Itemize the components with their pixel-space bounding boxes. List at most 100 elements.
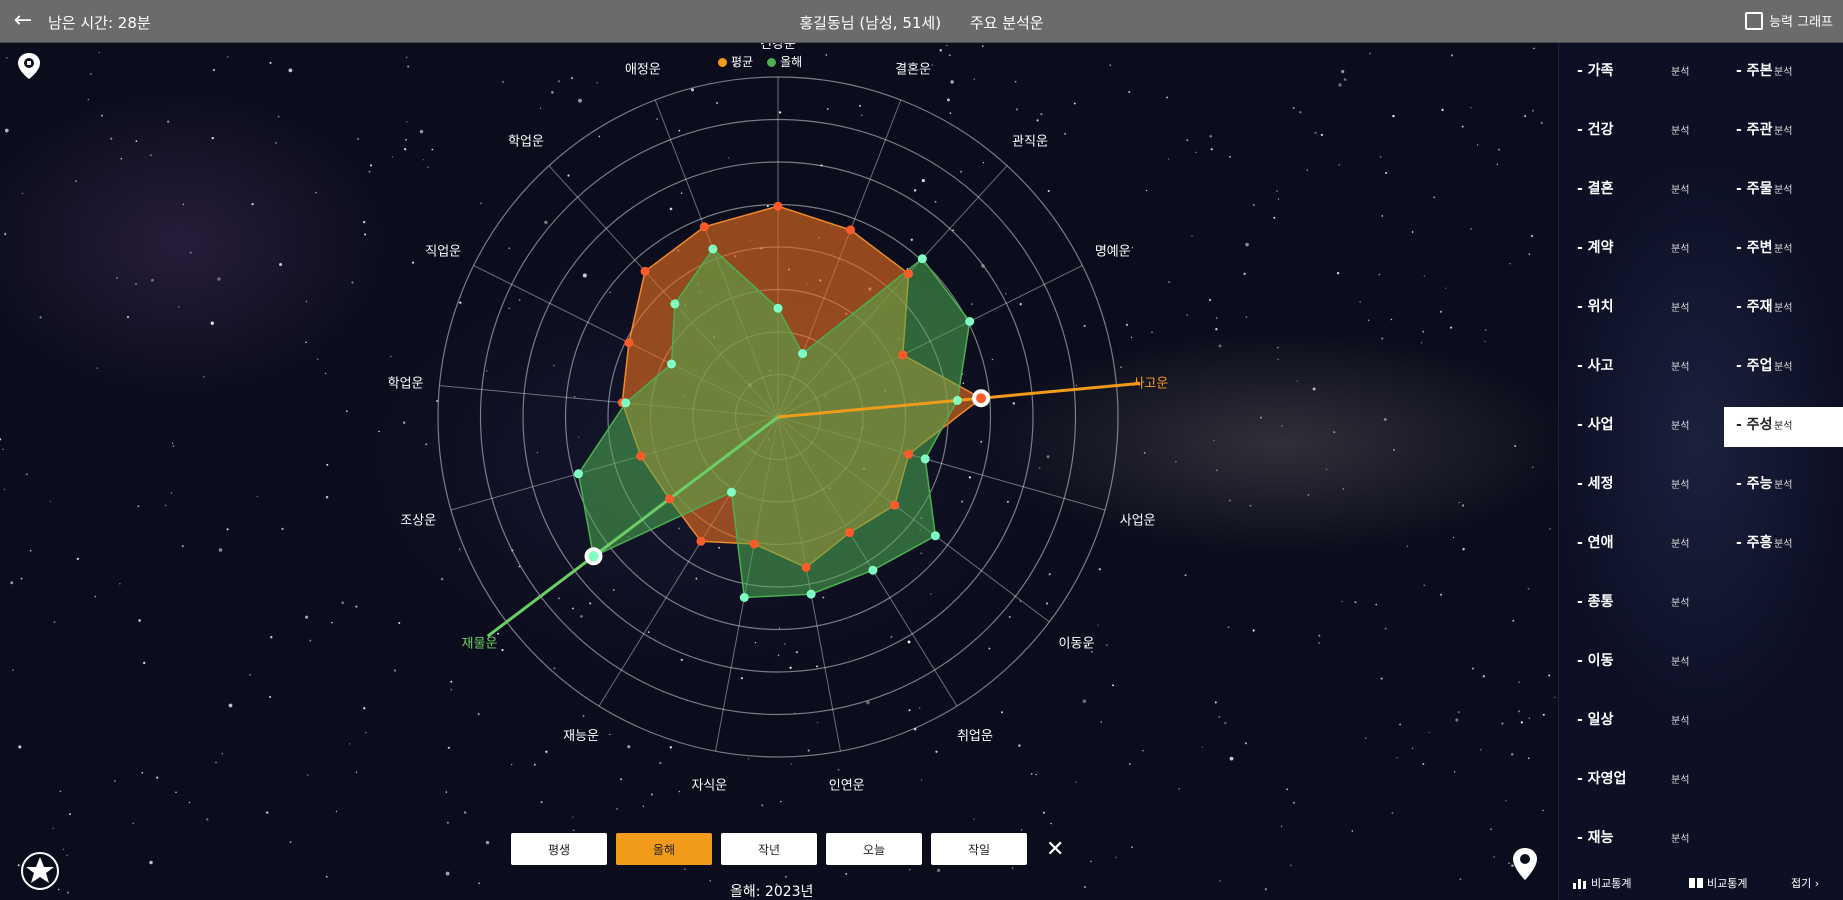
sidebar-item-label[interactable]: - 연애 — [1577, 532, 1613, 552]
sidebar-item-right[interactable]: - 주관 분석 — [1724, 112, 1843, 152]
sidebar-item-label[interactable]: - 위치 — [1577, 296, 1613, 316]
radar-point — [749, 539, 759, 549]
analysis-tag[interactable]: 분석 — [1671, 358, 1689, 373]
legend-item-average: 평균 — [718, 53, 753, 70]
sidebar-row: - 계약 분석 - 주변 분석 — [1559, 220, 1843, 279]
category-label: 취업운 — [957, 729, 993, 744]
sidebar-item-right[interactable]: - 주업 분석 — [1724, 348, 1843, 388]
analysis-tag[interactable]: 분석 — [1671, 299, 1689, 314]
radar-chart: 건강운결혼운관직운명예운사고운사업운이동운취업운인연운 자식운 재능운 재물운 조상운 학… — [388, 43, 1169, 794]
sidebar-item-label[interactable]: - 사고 — [1577, 355, 1613, 375]
sidebar-item-label[interactable]: - 자영업 — [1577, 768, 1626, 788]
chart-stage: 건강운 결혼운 관직운 명예운 사고운 사업운 이동운 취업운 인연운 자식운 재능운 재물운 조상운 학… — [0, 43, 1558, 900]
analysis-tag[interactable]: 분석 — [1671, 417, 1689, 432]
period-button-lifetime[interactable]: 평생 — [511, 833, 607, 865]
sidebar-item-right[interactable]: - 주흥 분석 — [1724, 525, 1843, 565]
sidebar-row: - 재능 분석 — [1559, 810, 1843, 869]
analysis-tag[interactable]: 분석 — [1671, 63, 1689, 78]
category-label: 재물운 — [462, 636, 498, 651]
location-pin-icon[interactable] — [1508, 847, 1542, 881]
category-label: 재능운 — [563, 729, 599, 744]
sidebar-item-right[interactable]: - 주능 분석 — [1724, 466, 1843, 506]
sidebar-item-label[interactable]: - 재능 — [1577, 827, 1613, 847]
radar-point — [801, 562, 811, 572]
sidebar-row: - 사업 분석 - 주성 분석 — [1559, 397, 1843, 456]
radar-point — [898, 350, 908, 360]
radar-point — [621, 398, 631, 408]
book-icon — [1689, 878, 1703, 888]
sidebar-row: - 연애 분석 - 주흥 분석 — [1559, 515, 1843, 574]
radar-point — [727, 487, 736, 497]
header-title: 홍길동님 (남성, 51세) 주요 분석운 — [0, 12, 1843, 33]
radar-point — [696, 536, 706, 546]
sidebar-item-right[interactable]: - 주변 분석 — [1724, 230, 1843, 270]
analysis-sidebar: - 가족 분석 - 주본 분석 - 건강 분석 - 주관 분석 - 결혼 분석 - 주물 분석 - 계약… — [1558, 43, 1843, 900]
graph-icon — [1745, 11, 1764, 30]
sidebar-item-right[interactable]: - 주물 분석 — [1724, 171, 1843, 211]
analysis-tag[interactable]: 분석 — [1671, 594, 1689, 609]
sidebar-item-right[interactable]: - 주재 분석 — [1724, 289, 1843, 329]
analysis-tag[interactable]: 분석 — [1671, 535, 1689, 550]
period-button-last-year[interactable]: 작년 — [721, 833, 817, 865]
category-label: 학업운 — [388, 377, 424, 392]
collapse-button[interactable]: 접기 › — [1791, 875, 1819, 891]
radar-point — [665, 494, 674, 504]
radar-point — [917, 254, 927, 264]
category-label: 명예운 — [1095, 244, 1131, 259]
analysis-tag[interactable]: 분석 — [1671, 653, 1689, 668]
radar-point — [890, 500, 900, 510]
legend-item-this-year: 올해 — [767, 53, 802, 70]
sidebar-item-right[interactable]: - 주본 분석 — [1724, 53, 1843, 93]
period-button-yesterday[interactable]: 작일 — [931, 833, 1027, 865]
sidebar-item-label[interactable]: - 사업 — [1577, 414, 1613, 434]
category-label: 조상운 — [400, 513, 436, 528]
radar-point — [667, 359, 676, 369]
sidebar-item-label[interactable]: - 세정 — [1577, 473, 1613, 493]
radar-point — [773, 201, 783, 211]
sidebar-row: - 건강 분석 - 주관 분석 — [1559, 102, 1843, 161]
radar-point — [708, 244, 718, 254]
category-label: 사업운 — [1120, 513, 1156, 528]
category-label: 애정운 — [625, 62, 661, 77]
radar-point — [574, 469, 583, 479]
radar-point — [798, 349, 808, 359]
footer-year-label: 올해: 2023년 — [730, 884, 814, 900]
category-label: 자식운 — [691, 779, 727, 794]
star-pentagon-icon[interactable] — [20, 851, 60, 891]
category-label: 학업운 — [508, 135, 544, 150]
sidebar-item-label[interactable]: - 계약 — [1577, 237, 1613, 257]
analysis-tag[interactable]: 분석 — [1671, 122, 1689, 137]
analysis-tag[interactable]: 분석 — [1671, 476, 1689, 491]
analysis-tag[interactable]: 분석 — [1671, 712, 1689, 727]
sidebar-item-label[interactable]: - 이동 — [1577, 650, 1613, 670]
analysis-tag[interactable]: 분석 — [1671, 181, 1689, 196]
sidebar-item-label[interactable]: - 결혼 — [1577, 178, 1613, 198]
radar-point — [670, 299, 680, 309]
sidebar-item-right[interactable]: - 주성 분석 — [1724, 407, 1843, 447]
bar-chart-icon — [1573, 879, 1586, 889]
page-title: 주요 분석운 — [969, 14, 1044, 32]
sidebar-row: - 가족 분석 - 주본 분석 — [1559, 43, 1843, 102]
sidebar-row: - 이동 분석 — [1559, 633, 1843, 692]
period-button-today[interactable]: 오늘 — [826, 833, 922, 865]
sidebar-item-label[interactable]: - 가족 — [1577, 60, 1613, 80]
category-label: 결혼운 — [895, 62, 931, 77]
analysis-tag[interactable]: 분석 — [1671, 830, 1689, 845]
compare-graph-label: 능력 그래프 — [1769, 15, 1833, 30]
category-label: 관직운 — [1012, 135, 1048, 150]
compare-graph-button[interactable]: 능력 그래프 — [1745, 11, 1833, 30]
analysis-tag[interactable]: 분석 — [1671, 771, 1689, 786]
close-icon[interactable]: ✕ — [1046, 837, 1064, 862]
radar-point — [976, 393, 986, 403]
stats-button[interactable]: 비교통계 — [1573, 875, 1631, 891]
sidebar-item-label[interactable]: - 종통 — [1577, 591, 1613, 611]
category-label: 건강운 — [760, 43, 796, 52]
period-button-this-year[interactable]: 올해 — [616, 833, 712, 865]
sidebar-item-label[interactable]: - 일상 — [1577, 709, 1613, 729]
analysis-tag[interactable]: 분석 — [1671, 240, 1689, 255]
radar-point — [589, 551, 598, 561]
map-pin-icon[interactable] — [12, 49, 46, 83]
stats-book-button[interactable]: 비교통계 — [1689, 875, 1747, 891]
radar-point — [904, 269, 914, 279]
sidebar-item-label[interactable]: - 건강 — [1577, 119, 1613, 139]
